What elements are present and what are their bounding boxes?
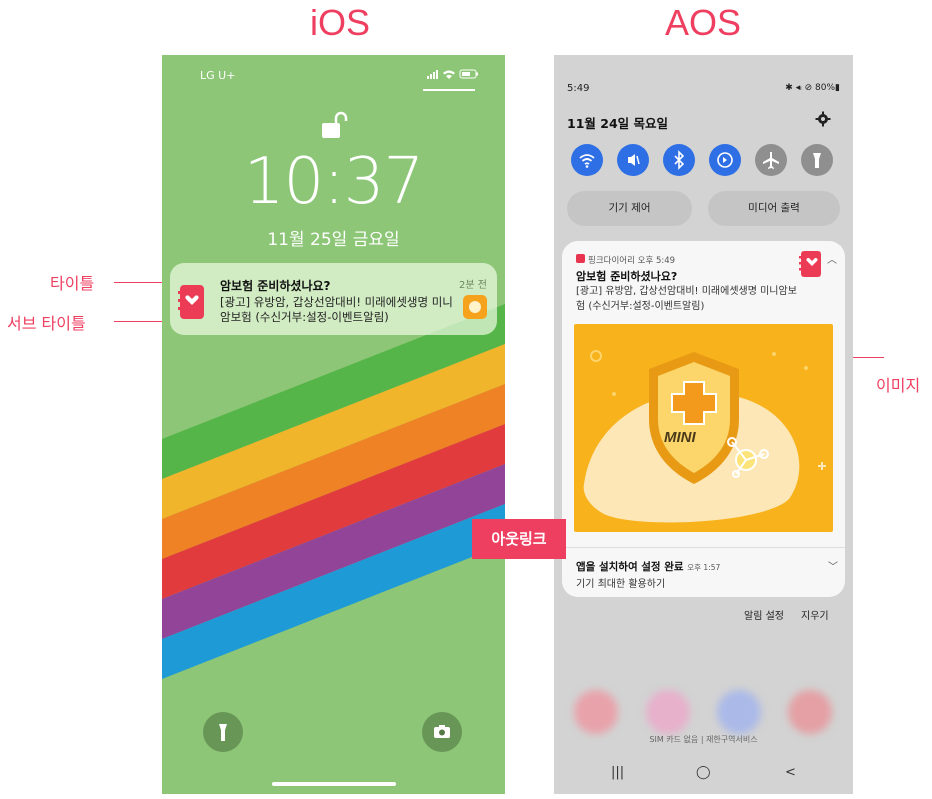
- notification-body: [광고] 유방암, 갑상선암대비! 미래에셋생명 미니암보험 (수신거부:설정-…: [576, 286, 797, 312]
- rotate-icon: [717, 152, 733, 168]
- mute-toggle[interactable]: [617, 144, 649, 176]
- notification-time: 2분 전: [459, 280, 487, 291]
- flashlight-icon: [813, 153, 821, 168]
- image-mini-text: MINI: [664, 429, 696, 446]
- status-icons: ✱ ◂ᵢ ⊘ 80%▮: [785, 83, 840, 93]
- signal-wifi-battery-icon: [427, 69, 478, 79]
- setup-notification-card[interactable]: 앱을 설치하여 설정 완료 오후 1:57 기기 최대한 활용하기 ﹀: [562, 547, 845, 597]
- mini-insurance-illustration: MINI: [574, 324, 833, 532]
- ios-notification[interactable]: 암보험 준비하셨나요? [광고] 유방암, 갑상선암대비! 미래에셋생명 미니암…: [170, 263, 497, 335]
- clear-all-link[interactable]: 지우기: [801, 607, 829, 622]
- gear-icon[interactable]: [815, 111, 831, 127]
- setup-notification-subtitle: 기기 최대한 활용하기: [576, 579, 666, 590]
- shade-date: 11월 24일 목요일: [567, 116, 668, 131]
- chevron-up-icon[interactable]: ︿: [827, 251, 837, 266]
- device-control-button[interactable]: 기기 제어: [567, 191, 692, 226]
- notification-thumbnail: [463, 295, 487, 319]
- flashlight-icon: [219, 724, 227, 741]
- notification-app-name: 핑크다이어리 오후 5:49: [588, 256, 676, 266]
- aos-heading: AOS: [665, 2, 742, 43]
- diary-app-icon: [178, 285, 204, 319]
- rotate-toggle[interactable]: [709, 144, 741, 176]
- notification-settings-link[interactable]: 알림 설정: [744, 607, 784, 622]
- airplane-icon: [763, 152, 779, 169]
- comparison-canvas: iOS AOS 타이틀 서브 타이틀 이미지 LG U+ 10:37 11월 2…: [0, 0, 932, 799]
- back-button[interactable]: <: [785, 765, 796, 780]
- setup-notification-time: 오후 1:57: [687, 563, 721, 572]
- android-notification-card[interactable]: 핑크다이어리 오후 5:49 암보험 준비하셨나요? [광고] 유방암, 갑상선…: [562, 241, 845, 596]
- notification-image: MINI: [574, 324, 833, 532]
- notification-title: 암보험 준비하셨나요?: [576, 270, 678, 283]
- status-icons: [427, 68, 479, 83]
- lock-open-icon: [322, 111, 348, 138]
- recent-apps-button[interactable]: |||: [611, 765, 624, 780]
- notification-body: [광고] 유방암, 갑상선암대비! 미래에셋생명 미니암보험 (수신거부:설정-…: [220, 295, 453, 324]
- camera-icon: [434, 725, 450, 738]
- subtitle-callout: 서브 타이틀: [7, 314, 86, 333]
- wifi-toggle[interactable]: [571, 144, 603, 176]
- image-callout: 이미지: [876, 376, 921, 395]
- camera-button[interactable]: [422, 712, 462, 752]
- bluetooth-toggle[interactable]: [663, 144, 695, 176]
- home-indicator[interactable]: [272, 782, 396, 786]
- chevron-down-icon[interactable]: ﹀: [828, 558, 838, 573]
- media-output-button[interactable]: 미디어 출력: [708, 191, 840, 226]
- status-indicator-line: [423, 89, 475, 91]
- carrier-label: LG U+: [200, 69, 236, 82]
- android-notification-shade: 5:49 ✱ ◂ᵢ ⊘ 80%▮ 11월 24일 목요일 기기 제어 미디어 출…: [554, 55, 853, 794]
- ios-lockscreen: LG U+ 10:37 11월 25일 금요일 암보험 준비하셨나요? [광고]…: [162, 55, 505, 794]
- setup-notification-title: 앱을 설치하여 설정 완료 오후 1:57: [576, 561, 721, 573]
- blurred-app-icon: [717, 690, 761, 734]
- mute-icon: [628, 154, 640, 166]
- blurred-app-icon: [646, 690, 690, 734]
- flashlight-toggle[interactable]: [801, 144, 833, 176]
- lockscreen-date: 11월 25일 금요일: [267, 230, 400, 250]
- blurred-app-icon: [788, 690, 832, 734]
- airplane-toggle[interactable]: [755, 144, 787, 176]
- status-time: 5:49: [567, 83, 590, 94]
- blurred-app-icon: [574, 690, 618, 734]
- outlink-label: 아웃링크: [472, 519, 566, 559]
- lockscreen-time: 10:37: [243, 145, 424, 219]
- sim-status-text: SIM 카드 없음 | 재한구역서비스: [649, 735, 758, 744]
- wifi-icon: [579, 154, 595, 168]
- bluetooth-icon: [674, 150, 685, 170]
- title-callout: 타이틀: [50, 274, 95, 293]
- diary-app-icon: [799, 251, 821, 277]
- ios-heading: iOS: [310, 2, 371, 43]
- app-small-icon: [576, 254, 585, 263]
- home-button[interactable]: ◯: [696, 765, 711, 780]
- flashlight-button[interactable]: [203, 712, 243, 752]
- notification-title: 암보험 준비하셨나요?: [220, 279, 331, 293]
